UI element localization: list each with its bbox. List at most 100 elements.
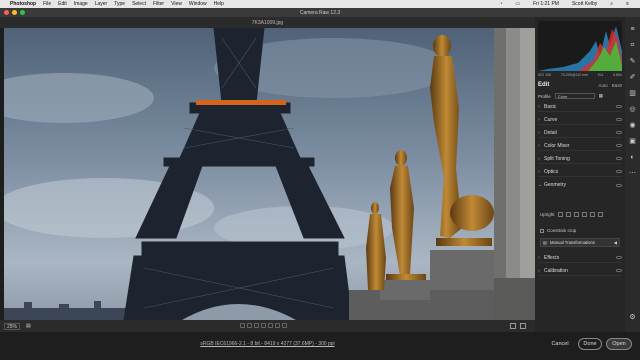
snapshots-icon[interactable]: ▣ xyxy=(628,137,637,146)
healing-brush-icon[interactable]: ✎ xyxy=(628,57,637,66)
star-4-icon[interactable] xyxy=(261,323,266,328)
shutter-value: 0.80s xyxy=(613,73,622,77)
window-titlebar: Camera Raw 12.3 xyxy=(0,8,640,17)
menu-image[interactable]: Image xyxy=(74,1,88,7)
crop-icon[interactable]: ⌗ xyxy=(628,41,637,50)
radial-filter-icon[interactable]: ◎ xyxy=(628,105,637,114)
workflow-options-link[interactable]: sRGB IEC61966-2.1 - 8 bit - 8419 x 4277 … xyxy=(0,341,535,347)
menu-file[interactable]: File xyxy=(43,1,51,7)
battery-icon[interactable]: ▭ xyxy=(515,1,520,7)
section-calibration-label: Calibration xyxy=(544,267,568,274)
upright-auto-icon[interactable] xyxy=(565,212,571,217)
section-basic[interactable]: › Basic xyxy=(538,102,622,112)
edit-panel: ISO 100 70-200@110 mm f/11 0.80s Edit Au… xyxy=(535,17,625,332)
star-7-icon[interactable] xyxy=(282,323,287,328)
histogram xyxy=(538,21,622,71)
window-title: Camera Raw 12.3 xyxy=(299,9,341,16)
profile-browser-icon[interactable]: ▦ xyxy=(599,93,603,99)
eye-icon[interactable] xyxy=(616,269,622,272)
clock[interactable]: Fri 1:21 PM xyxy=(533,1,559,7)
eye-icon[interactable] xyxy=(616,131,622,134)
more-icon[interactable]: ⋯ xyxy=(628,169,637,178)
before-after-icon[interactable] xyxy=(510,323,516,329)
edit-header: Edit Auto B&W xyxy=(538,82,622,88)
section-basic-label: Basic xyxy=(544,103,557,110)
cancel-button[interactable]: Cancel xyxy=(548,338,572,350)
section-split-toning-label: Split Toning xyxy=(544,155,570,162)
menu-view[interactable]: View xyxy=(171,1,182,7)
section-calibration[interactable]: › Calibration xyxy=(538,266,622,276)
menu-list-icon[interactable]: ≡ xyxy=(626,1,629,7)
maximize-window-button[interactable] xyxy=(20,10,25,15)
search-icon[interactable]: ⌕ xyxy=(610,1,613,7)
camera-info: ISO 100 70-200@110 mm f/11 0.80s xyxy=(538,73,622,77)
star-5-icon[interactable] xyxy=(268,323,273,328)
image-preview[interactable] xyxy=(4,28,494,320)
section-effects[interactable]: › Effects xyxy=(538,253,622,263)
upright-vertical-icon[interactable] xyxy=(581,212,587,217)
star-3-icon[interactable] xyxy=(254,323,259,328)
menu-window[interactable]: Window xyxy=(189,1,207,7)
done-button[interactable]: Done xyxy=(578,338,602,350)
auto-button[interactable]: Auto xyxy=(598,83,607,88)
section-color-mixer[interactable]: › Color Mixer xyxy=(538,141,622,151)
eye-icon[interactable] xyxy=(616,170,622,173)
star-1-icon[interactable] xyxy=(240,323,245,328)
profile-row: Profile Color ▦ xyxy=(538,93,622,99)
upright-guided-icon[interactable] xyxy=(597,212,603,217)
file-name-bar: 7K3A1009.jpg xyxy=(0,17,535,28)
presets-icon[interactable]: ◐ xyxy=(628,153,637,162)
adjustment-brush-icon[interactable]: ✐ xyxy=(628,73,637,82)
upright-off-icon[interactable] xyxy=(557,212,563,217)
menu-type[interactable]: Type xyxy=(114,1,125,7)
section-detail-label: Detail xyxy=(544,129,557,136)
constrain-crop-row: Constrain crop xyxy=(540,228,576,233)
eye-icon[interactable] xyxy=(616,105,622,108)
star-2-icon[interactable] xyxy=(247,323,252,328)
filmstrip-rating xyxy=(240,323,287,328)
aperture-value: f/11 xyxy=(597,73,604,77)
eye-icon[interactable] xyxy=(616,157,622,160)
profile-select[interactable]: Color xyxy=(554,93,595,99)
histogram-graph xyxy=(538,26,622,71)
graduated-filter-icon[interactable]: ▥ xyxy=(628,89,637,98)
user-name[interactable]: Scott Kelby xyxy=(572,1,597,7)
menu-select[interactable]: Select xyxy=(132,1,146,7)
toggle-settings-icon[interactable] xyxy=(520,323,526,329)
building-column xyxy=(494,28,535,320)
section-curve[interactable]: › Curve xyxy=(538,115,622,125)
constrain-crop-checkbox[interactable] xyxy=(540,228,544,233)
zoom-select[interactable]: 25% xyxy=(4,322,21,330)
menu-help[interactable]: Help xyxy=(214,1,224,7)
eye-icon[interactable] xyxy=(616,183,622,187)
upright-level-icon[interactable] xyxy=(573,212,579,217)
eye-icon[interactable] xyxy=(616,118,622,121)
section-detail[interactable]: › Detail xyxy=(538,128,622,138)
menu-edit[interactable]: Edit xyxy=(58,1,67,7)
section-split-toning[interactable]: › Split Toning xyxy=(538,154,622,164)
menu-filter[interactable]: Filter xyxy=(153,1,164,7)
red-eye-icon[interactable]: ◉ xyxy=(628,121,637,130)
edit-sliders-icon[interactable]: ≡ xyxy=(628,25,637,34)
bw-button[interactable]: B&W xyxy=(612,83,622,88)
constrain-crop-label: Constrain crop xyxy=(547,228,577,233)
manual-transformations-row[interactable]: ▤ Manual Transformations ◀ xyxy=(540,238,620,247)
tool-strip: ≡ ⌗ ✎ ✐ ▥ ◎ ◉ ▣ ◐ ⋯ ⚙ xyxy=(625,17,640,332)
star-6-icon[interactable] xyxy=(275,323,280,328)
section-optics[interactable]: › Optics xyxy=(538,167,622,177)
chevron-left-icon: ◀ xyxy=(613,240,617,245)
open-button[interactable]: Open xyxy=(606,338,632,350)
menu-layer[interactable]: Layer xyxy=(95,1,108,7)
wifi-icon[interactable]: ◔ xyxy=(499,1,502,7)
eye-icon[interactable] xyxy=(616,144,622,147)
eye-icon[interactable] xyxy=(616,256,622,259)
iso-value: ISO 100 xyxy=(538,73,552,77)
section-geometry[interactable]: ⌄ Geometry xyxy=(538,180,622,190)
settings-icon[interactable]: ⚙ xyxy=(628,313,637,322)
minimize-window-button[interactable] xyxy=(12,10,17,15)
menu-app-name[interactable]: Photoshop xyxy=(10,1,36,7)
close-window-button[interactable] xyxy=(4,10,9,15)
filmstrip-toggle-icon[interactable]: ▤ xyxy=(26,323,31,329)
upright-full-icon[interactable] xyxy=(589,212,595,217)
photo-paris-eiffel-statues xyxy=(4,28,494,320)
